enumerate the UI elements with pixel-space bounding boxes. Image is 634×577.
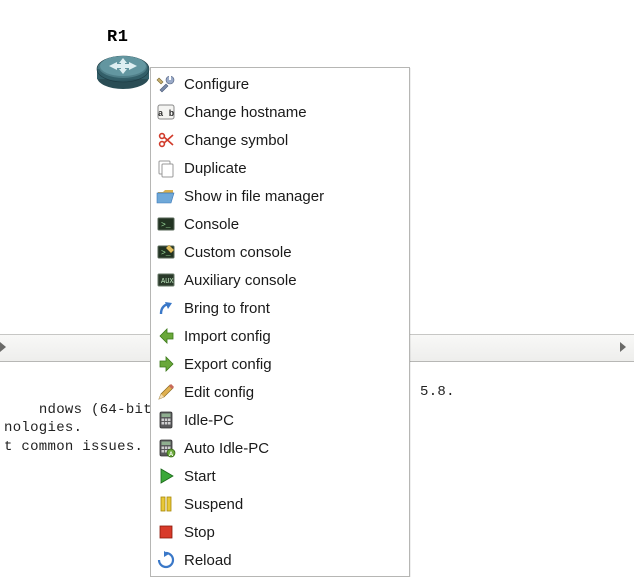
wrench-screwdriver-icon — [156, 74, 176, 94]
menu-item-edit-config[interactable]: Edit config — [152, 378, 408, 406]
hostname-icon — [156, 102, 176, 122]
reload-icon — [156, 550, 176, 570]
menu-item-label: Change symbol — [184, 132, 288, 149]
menu-item-show-in-fm[interactable]: Show in file manager — [152, 182, 408, 210]
menu-item-label: Auto Idle-PC — [184, 440, 269, 457]
menu-item-custom-console[interactable]: Custom console — [152, 238, 408, 266]
menu-item-start[interactable]: Start — [152, 462, 408, 490]
menu-item-aux-console[interactable]: Auxiliary console — [152, 266, 408, 294]
menu-item-suspend[interactable]: Suspend — [152, 490, 408, 518]
router-icon[interactable] — [95, 47, 151, 94]
menu-item-reload[interactable]: Reload — [152, 546, 408, 574]
copy-icon — [156, 158, 176, 178]
expand-left-icon[interactable] — [0, 340, 10, 354]
menu-item-auto-idle-pc[interactable]: Auto Idle-PC — [152, 434, 408, 462]
play-icon — [156, 466, 176, 486]
menu-item-label: Reload — [184, 552, 232, 569]
terminal-aux-icon — [156, 270, 176, 290]
menu-item-export-config[interactable]: Export config — [152, 350, 408, 378]
device-context-menu: Configure Change hostname Change symbol Dup… — [150, 67, 410, 577]
menu-item-label: Stop — [184, 524, 215, 541]
pause-icon — [156, 494, 176, 514]
topology-canvas[interactable]: R1 — [0, 0, 634, 560]
menu-item-idle-pc[interactable]: Idle-PC — [152, 406, 408, 434]
menu-item-import-config[interactable]: Import config — [152, 322, 408, 350]
import-arrow-icon — [156, 326, 176, 346]
menu-item-label: Auxiliary console — [184, 272, 297, 289]
menu-item-label: Configure — [184, 76, 249, 93]
export-arrow-icon — [156, 354, 176, 374]
calculator-icon — [156, 410, 176, 430]
menu-item-label: Custom console — [184, 244, 292, 261]
menu-item-label: Console — [184, 216, 239, 233]
menu-item-label: Start — [184, 468, 216, 485]
arrow-curve-up-icon — [156, 298, 176, 318]
menu-item-console[interactable]: Console — [152, 210, 408, 238]
menu-item-configure[interactable]: Configure — [152, 70, 408, 98]
menu-item-change-symbol[interactable]: Change symbol — [152, 126, 408, 154]
menu-item-bring-to-front[interactable]: Bring to front — [152, 294, 408, 322]
menu-item-label: Edit config — [184, 384, 254, 401]
menu-item-label: Bring to front — [184, 300, 270, 317]
terminal-icon — [156, 214, 176, 234]
menu-item-change-hostname[interactable]: Change hostname — [152, 98, 408, 126]
folder-open-icon — [156, 186, 176, 206]
stop-icon — [156, 522, 176, 542]
menu-item-label: Idle-PC — [184, 412, 234, 429]
scissors-icon — [156, 130, 176, 150]
expand-right-icon[interactable] — [618, 340, 630, 354]
menu-item-duplicate[interactable]: Duplicate — [152, 154, 408, 182]
menu-item-stop[interactable]: Stop — [152, 518, 408, 546]
console-log-fragment: 5.8. — [420, 383, 455, 401]
calculator-auto-icon — [156, 438, 176, 458]
menu-item-label: Import config — [184, 328, 271, 345]
terminal-edit-icon — [156, 242, 176, 262]
menu-item-label: Change hostname — [184, 104, 307, 121]
menu-item-label: Suspend — [184, 496, 243, 513]
device-label: R1 — [107, 28, 128, 47]
menu-item-label: Show in file manager — [184, 188, 324, 205]
menu-item-label: Duplicate — [184, 160, 247, 177]
menu-item-label: Export config — [184, 356, 272, 373]
pencil-icon — [156, 382, 176, 402]
